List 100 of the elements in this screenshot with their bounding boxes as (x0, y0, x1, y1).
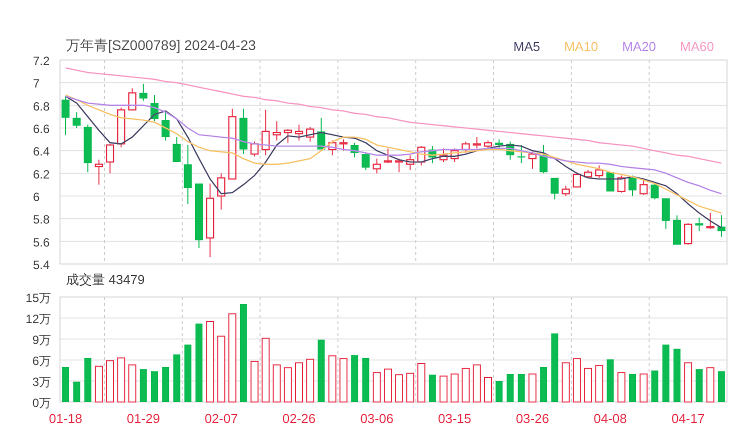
volume-bar (339, 358, 348, 402)
volume-bar (395, 374, 404, 402)
candlestick (84, 124, 92, 173)
candlestick (372, 158, 381, 174)
candlestick (562, 185, 570, 196)
volume-bar (462, 368, 470, 402)
candlestick (528, 151, 537, 170)
axis-label: 0万 (32, 396, 51, 410)
volume-bar (428, 374, 436, 402)
candlestick (150, 94, 158, 122)
candlestick (572, 172, 582, 188)
candlestick (662, 198, 670, 230)
candlestick (272, 120, 281, 141)
candlestick (117, 107, 126, 148)
volume-bar (384, 368, 392, 402)
candlestick (228, 108, 236, 180)
volume-bar (272, 364, 281, 402)
volume-bar (318, 340, 325, 402)
volume-bar (518, 374, 525, 402)
volume-bar (440, 376, 448, 402)
axis-label: 9万 (32, 333, 51, 347)
axis-label: 5.8 (33, 212, 50, 227)
volume-title: 成交量 43479 (66, 270, 145, 288)
candlestick (484, 140, 492, 149)
volume-bar (595, 365, 604, 402)
volume-bar (617, 372, 626, 402)
candlestick (194, 183, 203, 249)
volume-bar (284, 367, 292, 402)
date-label: 04-08 (594, 411, 627, 426)
axis-label: 3万 (32, 375, 51, 389)
date-label: 04-17 (671, 411, 705, 426)
volume-bar (540, 367, 548, 402)
axis-label: 6 (33, 190, 40, 204)
volume-bar (173, 354, 180, 402)
candlestick (650, 182, 659, 200)
volume-bar (651, 370, 658, 402)
volume-bar (117, 357, 126, 402)
candlestick (339, 138, 348, 152)
volume-bar (62, 367, 70, 402)
candlestick (450, 148, 459, 162)
volume-bar (328, 355, 336, 402)
volume-bar (572, 358, 581, 402)
candlestick (394, 158, 404, 173)
candlestick (506, 141, 514, 160)
volume-bar (128, 364, 136, 402)
candlestick (706, 212, 714, 230)
volume-bar (184, 344, 192, 402)
volume-bar (684, 362, 692, 402)
candlestick (695, 217, 704, 232)
volume-bar (73, 382, 80, 402)
axis-label: 7.2 (33, 56, 50, 68)
candlestick (472, 136, 481, 149)
candlestick (250, 141, 259, 157)
volume-bar (673, 348, 680, 402)
candlestick (106, 143, 114, 174)
candlestick (172, 136, 181, 162)
volume-bar (662, 344, 670, 402)
candlestick (717, 214, 726, 238)
volume-bar (551, 333, 558, 402)
candlestick (672, 214, 681, 246)
candlestick (162, 112, 170, 141)
candlestick (328, 140, 336, 156)
date-label: 02-26 (282, 411, 316, 426)
volume-bar (606, 359, 614, 402)
volume-bar (372, 372, 381, 402)
volume-bar (250, 360, 259, 402)
volume-bar (629, 374, 636, 402)
volume-bar (262, 338, 270, 402)
candlestick (684, 222, 692, 246)
candlestick (350, 142, 359, 158)
candlestick (540, 144, 548, 174)
date-label: 03-15 (438, 411, 472, 426)
volume-bar (484, 377, 492, 402)
candlestick (584, 169, 592, 178)
axis-label: 6.8 (33, 99, 50, 114)
volume-bar (718, 371, 725, 402)
axis-label: 5.4 (33, 258, 50, 270)
volume-bar (472, 364, 481, 402)
volume-bar (506, 374, 514, 402)
legend-label: MA10 (564, 38, 598, 54)
candlestick (217, 172, 226, 210)
candlestick (462, 141, 470, 154)
volume-bar (351, 355, 358, 402)
legend-label: MA5 (513, 38, 540, 54)
legend-label: MA60 (680, 38, 714, 54)
candlestick (306, 126, 314, 142)
volume-bar (496, 381, 503, 402)
candlestick (139, 83, 148, 102)
volume-bar (406, 372, 414, 402)
axis-label: 5.6 (33, 235, 50, 250)
candlestick (294, 124, 304, 141)
candlestick (550, 177, 559, 200)
candlestick (617, 175, 626, 194)
volume-bar (217, 336, 226, 402)
date-label: 03-26 (516, 411, 550, 426)
candlestick (495, 138, 504, 149)
candlestick (262, 109, 270, 156)
candlestick (362, 152, 370, 170)
volume-bar (162, 367, 170, 402)
date-label: 01-29 (126, 411, 160, 426)
